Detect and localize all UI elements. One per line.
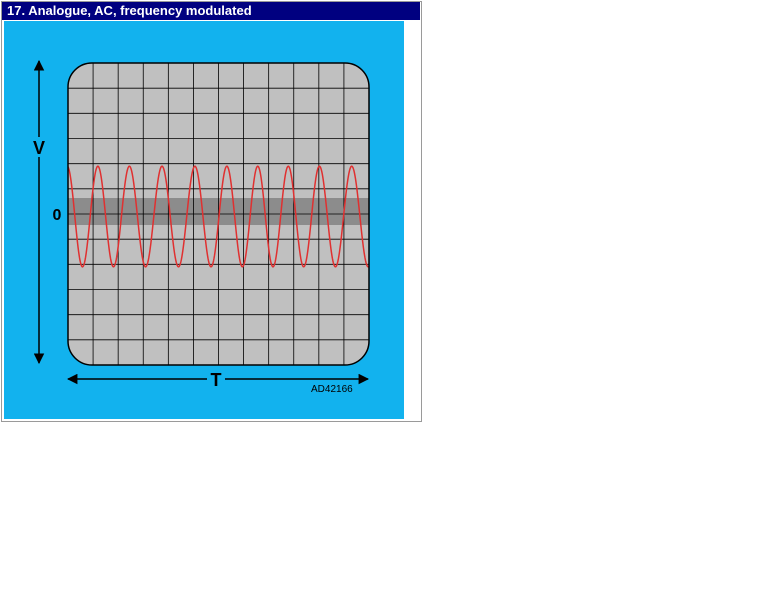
oscilloscope-diagram: V 0 T AD42166 <box>30 59 370 395</box>
time-axis-label: T <box>211 370 222 390</box>
zero-level-label: 0 <box>53 207 62 224</box>
figure-title: 17. Analogue, AC, frequency modulated <box>2 2 420 20</box>
figure-code: AD42166 <box>311 384 353 395</box>
voltage-axis-label: V <box>33 138 45 158</box>
oscilloscope-figure: V 0 T AD42166 <box>4 21 404 419</box>
